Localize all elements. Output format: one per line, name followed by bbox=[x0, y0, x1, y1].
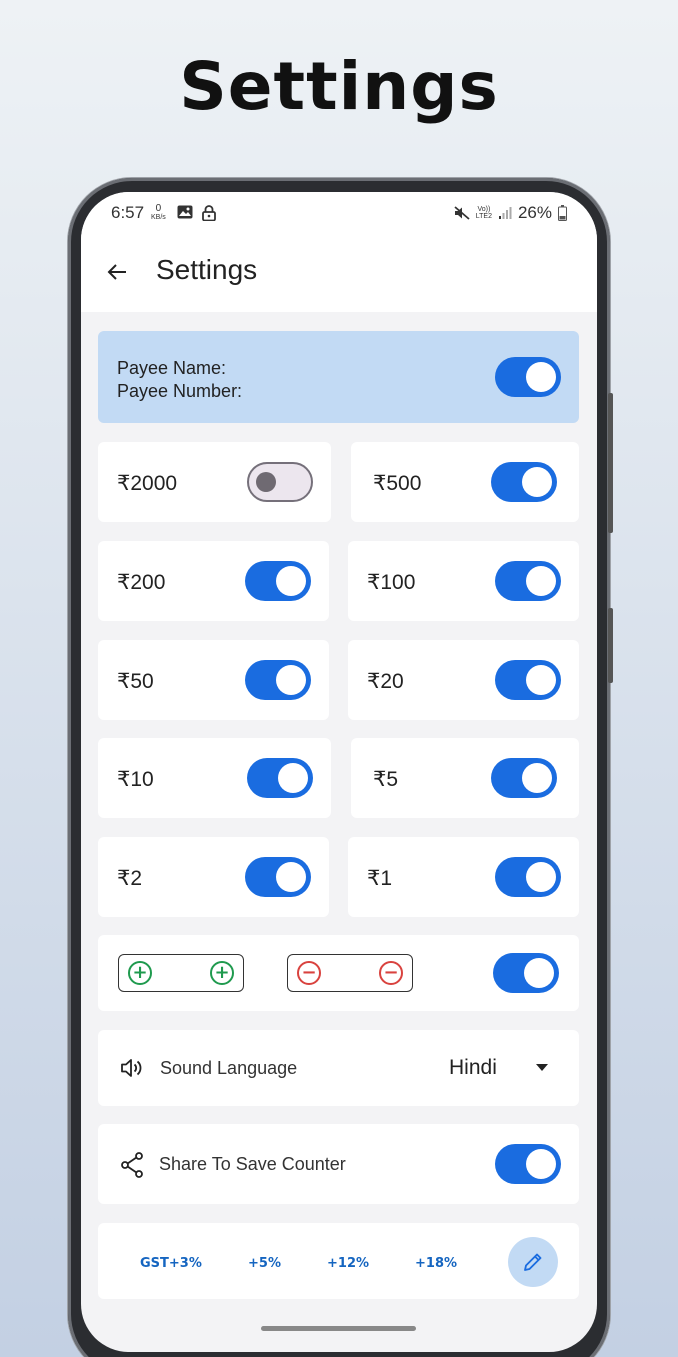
denomination-label: ₹200 bbox=[117, 571, 166, 594]
sound-language-value[interactable]: Hindi bbox=[449, 1056, 497, 1080]
denomination-card: ₹1 bbox=[348, 837, 579, 917]
battery-icon bbox=[558, 205, 567, 221]
payee-toggle[interactable] bbox=[495, 357, 561, 397]
mute-icon bbox=[454, 206, 470, 220]
denomination-card: ₹10 bbox=[98, 738, 331, 818]
denomination-toggle[interactable] bbox=[495, 660, 561, 700]
plus-icon[interactable]: + bbox=[210, 961, 234, 985]
dropdown-arrow-icon[interactable] bbox=[536, 1064, 548, 1071]
payee-card[interactable]: Payee Name: Payee Number: bbox=[98, 331, 579, 423]
status-icons-left bbox=[177, 205, 216, 225]
page-title: Settings bbox=[156, 254, 258, 285]
gallery-icon bbox=[177, 205, 193, 219]
denomination-card: ₹20 bbox=[348, 640, 579, 720]
speaker-icon bbox=[121, 1059, 142, 1077]
signal-icon bbox=[498, 207, 512, 219]
volte-indicator: Vo)) LTE2 bbox=[476, 206, 492, 220]
denomination-label: ₹50 bbox=[117, 670, 154, 693]
denomination-card: ₹100 bbox=[348, 541, 579, 621]
minus-icon[interactable]: − bbox=[379, 961, 403, 985]
net-speed-value: 0 bbox=[155, 203, 162, 214]
denomination-label: ₹100 bbox=[367, 571, 416, 594]
share-icon bbox=[121, 1152, 143, 1178]
plus-button-group[interactable]: + + bbox=[118, 954, 244, 992]
screen: 6:57 0 KB/s Vo)) LTE2 26% Settings Payee… bbox=[81, 192, 597, 1352]
payee-name-label: Payee Name: bbox=[117, 358, 227, 378]
plus-minus-card: + + − − bbox=[98, 935, 579, 1011]
sound-language-label: Sound Language bbox=[160, 1058, 298, 1078]
denomination-card: ₹50 bbox=[98, 640, 329, 720]
denomination-toggle[interactable] bbox=[491, 758, 557, 798]
share-counter-toggle[interactable] bbox=[495, 1144, 561, 1184]
share-counter-card: Share To Save Counter bbox=[98, 1124, 579, 1204]
net-speed: 0 KB/s bbox=[151, 204, 166, 222]
denomination-card: ₹500 bbox=[351, 442, 579, 522]
minus-icon[interactable]: − bbox=[297, 961, 321, 985]
denomination-toggle[interactable] bbox=[245, 660, 311, 700]
app-bar: Settings bbox=[81, 232, 597, 312]
denomination-card: ₹5 bbox=[351, 738, 579, 818]
denomination-label: ₹5 bbox=[373, 768, 399, 791]
volte-top: Vo)) bbox=[477, 206, 491, 213]
edit-button[interactable] bbox=[508, 1237, 558, 1287]
denomination-label: ₹500 bbox=[373, 472, 422, 495]
back-arrow-icon[interactable] bbox=[105, 260, 129, 284]
power-button bbox=[608, 608, 613, 683]
phone-frame: 6:57 0 KB/s Vo)) LTE2 26% Settings Payee… bbox=[68, 178, 613, 1357]
payee-number-label: Payee Number: bbox=[117, 381, 243, 401]
status-time: 6:57 bbox=[111, 203, 145, 222]
denomination-label: ₹10 bbox=[117, 768, 154, 791]
payee-text: Payee Name: Payee Number: bbox=[117, 357, 242, 403]
denomination-card: ₹2000 bbox=[98, 442, 331, 522]
gst-card: GST+3% +5% +12% +18% bbox=[98, 1223, 579, 1299]
battery-percent: 26% bbox=[517, 203, 552, 222]
denomination-toggle[interactable] bbox=[245, 561, 311, 601]
denomination-label: ₹20 bbox=[367, 670, 404, 693]
volte-bottom: LTE2 bbox=[475, 213, 492, 220]
denomination-card: ₹200 bbox=[98, 541, 329, 621]
status-bar: 6:57 0 KB/s Vo)) LTE2 26% bbox=[81, 192, 597, 232]
minus-button-group[interactable]: − − bbox=[287, 954, 413, 992]
promo-title: Settings bbox=[179, 48, 499, 125]
volume-button bbox=[608, 393, 613, 533]
net-speed-unit: KB/s bbox=[151, 214, 166, 221]
sound-language-card[interactable]: Sound Language Hindi bbox=[98, 1030, 579, 1106]
plus-minus-toggle[interactable] bbox=[493, 953, 559, 993]
denomination-toggle[interactable] bbox=[247, 758, 313, 798]
denomination-label: ₹2 bbox=[117, 867, 143, 890]
gst-option-button[interactable]: +18% bbox=[415, 1256, 457, 1271]
pencil-icon bbox=[524, 1253, 542, 1271]
share-counter-label: Share To Save Counter bbox=[159, 1154, 346, 1174]
denomination-toggle[interactable] bbox=[491, 462, 557, 502]
denomination-toggle[interactable] bbox=[245, 857, 311, 897]
denomination-label: ₹1 bbox=[367, 867, 393, 890]
status-icons-right: Vo)) LTE2 26% bbox=[454, 203, 567, 223]
gst-option-button[interactable]: GST+3% bbox=[140, 1256, 202, 1271]
gst-option-button[interactable]: +12% bbox=[327, 1256, 369, 1271]
denomination-toggle[interactable] bbox=[247, 462, 313, 502]
denomination-card: ₹2 bbox=[98, 837, 329, 917]
denomination-toggle[interactable] bbox=[495, 857, 561, 897]
lock-icon bbox=[201, 205, 216, 222]
gst-option-button[interactable]: +5% bbox=[248, 1256, 281, 1271]
denomination-label: ₹2000 bbox=[117, 472, 178, 495]
home-indicator[interactable] bbox=[261, 1326, 416, 1331]
denomination-toggle[interactable] bbox=[495, 561, 561, 601]
plus-icon[interactable]: + bbox=[128, 961, 152, 985]
